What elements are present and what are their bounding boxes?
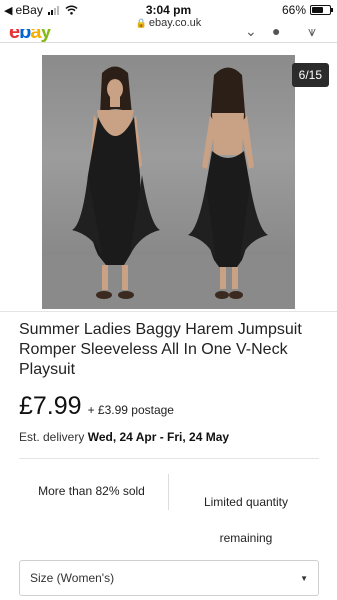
stat-divider	[168, 474, 169, 510]
postage-cost: + £3.99 postage	[87, 403, 174, 417]
site-header: ebay ⌄ ● ⩛	[0, 29, 337, 43]
image-counter-badge: 6/15	[291, 63, 329, 87]
battery-percent: 66%	[281, 3, 306, 17]
chevron-down-icon: ▼	[300, 573, 308, 583]
divider	[19, 458, 319, 459]
quantity-status: Limited quantity remaining	[203, 495, 289, 545]
url-text: ebay.co.uk	[148, 17, 202, 29]
price-row: £7.99 + £3.99 postage	[19, 392, 174, 421]
battery-icon	[310, 5, 333, 15]
cart-icon[interactable]: ⩛	[308, 29, 316, 40]
size-dropdown-label: Size (Women's)	[30, 571, 115, 585]
size-dropdown[interactable]: Size (Women's) ▼	[19, 560, 319, 596]
estimated-delivery: Est. delivery Wed, 24 Apr - Fri, 24 May	[19, 430, 229, 444]
product-title: Summer Ladies Baggy Harem Jumpsuit Rompe…	[19, 321, 302, 378]
user-icon[interactable]: ●	[272, 29, 280, 39]
jumpsuit-photo	[42, 66, 295, 309]
delivery-dates: Wed, 24 Apr - Fri, 24 May	[87, 430, 230, 444]
delivery-label: Est. delivery	[19, 430, 85, 444]
product-image[interactable]	[42, 55, 295, 309]
lock-icon: 🔒	[135, 18, 147, 28]
search-icon[interactable]: ⌄	[245, 29, 257, 40]
sales-stats: More than 82% sold Limited quantity rema…	[0, 460, 337, 550]
divider	[0, 311, 337, 312]
ebay-logo[interactable]: ebay	[9, 29, 52, 42]
image-gallery[interactable]: 6/15	[0, 55, 337, 309]
sold-percentage: More than 82% sold	[38, 484, 145, 498]
price: £7.99	[19, 392, 82, 420]
